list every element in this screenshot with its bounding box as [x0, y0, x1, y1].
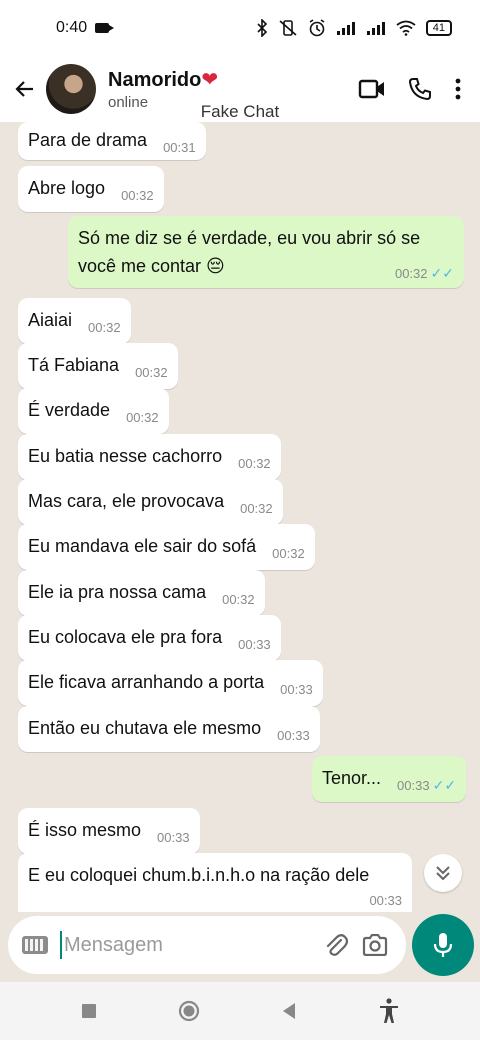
more-vert-icon[interactable] — [454, 77, 462, 101]
message-bubble[interactable]: É verdade 00:32 — [18, 388, 169, 434]
message-text: Eu colocava ele pra fora — [28, 627, 223, 647]
accessibility-icon[interactable] — [378, 998, 400, 1024]
message-time: 00:32 — [394, 266, 428, 281]
bluetooth-icon — [257, 19, 267, 37]
message-text: Aiaiai — [28, 310, 73, 330]
message-text: Mas cara, ele provocava — [28, 491, 225, 511]
system-nav-bar — [0, 982, 480, 1040]
message-text: É verdade — [28, 400, 111, 420]
message-text: Eu mandava ele sair do sofá — [28, 536, 257, 556]
message-time: 00:33 — [280, 682, 313, 697]
vibrate-off-icon — [279, 20, 297, 36]
message-bubble-outgoing[interactable]: Tenor... 00:33 ✓✓ — [312, 756, 467, 802]
message-bubble[interactable]: Para de drama 00:31 — [18, 122, 206, 160]
signal-icon-2 — [366, 22, 385, 35]
message-bubble[interactable]: Aiaiai 00:32 — [18, 298, 131, 344]
alarm-icon — [309, 19, 325, 37]
camera-icon[interactable] — [362, 934, 388, 956]
status-time: 0:40 — [56, 19, 88, 36]
message-bubble[interactable]: Abre logo 00:32 — [18, 166, 164, 212]
chevron-down-double-icon — [436, 866, 450, 881]
message-bubble[interactable]: Eu colocava ele pra fora 00:33 — [18, 615, 281, 661]
mic-button[interactable] — [412, 914, 474, 976]
composer: Mensagem — [0, 914, 480, 980]
message-time: 00:32 — [272, 546, 305, 561]
message-bubble[interactable]: Mas cara, ele provocava 00:32 — [18, 479, 283, 525]
message-time: 00:33 — [277, 728, 310, 743]
message-time: 00:32 — [240, 501, 273, 516]
read-ticks-icon: ✓✓ — [432, 777, 457, 793]
message-input[interactable]: Mensagem — [64, 934, 163, 957]
text-caret — [60, 931, 62, 959]
message-bubble[interactable]: É isso mesmo 00:33 — [18, 808, 200, 854]
message-text: Tá Fabiana — [28, 355, 120, 375]
message-text: Só me diz se é verdade, eu vou abrir só … — [78, 228, 421, 248]
message-bubble[interactable]: Eu batia nesse cachorro 00:32 — [18, 434, 281, 480]
message-text-line2: você me contar 😔 — [78, 256, 225, 276]
contact-name: Namorido❤ — [108, 67, 218, 92]
message-bubble[interactable]: Ele ia pra nossa cama 00:32 — [18, 570, 265, 616]
attach-icon[interactable] — [324, 932, 348, 958]
chat-area[interactable]: Para de drama 00:31 Abre logo 00:32 Só me … — [0, 122, 480, 912]
message-bubble[interactable]: E eu coloquei chum.b.i.n.h.o na ração de… — [18, 853, 412, 912]
header-actions — [358, 77, 462, 101]
status-bar: 0:40 41 — [0, 0, 480, 56]
message-text: Ele ficava arranhando a porta — [28, 672, 265, 692]
wifi-icon — [396, 20, 416, 36]
keyboard-icon[interactable] — [22, 936, 48, 954]
contact-name-text: Namorido — [108, 69, 202, 91]
message-text: E eu coloquei chum.b.i.n.h.o na ração de… — [28, 865, 370, 885]
message-time: 00:31 — [163, 140, 196, 155]
message-bubble[interactable]: Ele ficava arranhando a porta 00:33 — [18, 660, 323, 706]
message-text: Para de drama — [28, 130, 148, 150]
message-time: 00:32 — [135, 365, 168, 380]
message-time: 00:32 — [126, 410, 159, 425]
mic-icon — [433, 933, 453, 957]
message-text: Tenor... — [322, 768, 382, 788]
message-text: Eu batia nesse cachorro — [28, 446, 223, 466]
nav-back-icon[interactable] — [281, 1002, 297, 1020]
message-bubble[interactable]: Tá Fabiana 00:32 — [18, 343, 178, 389]
screen-record-icon — [95, 23, 115, 33]
message-time: 00:33 — [157, 830, 190, 845]
message-time: 00:33 — [238, 637, 271, 652]
message-text: É isso mesmo — [28, 820, 142, 840]
back-arrow-icon — [15, 81, 33, 97]
video-call-icon[interactable] — [358, 78, 386, 100]
message-time: 00:32 — [238, 456, 271, 471]
message-bubble-outgoing[interactable]: Só me diz se é verdade, eu vou abrir só … — [68, 216, 464, 288]
phone-icon[interactable] — [408, 77, 432, 101]
heart-emoji: ❤ — [201, 69, 219, 91]
status-icons: 41 — [256, 19, 452, 37]
message-time: 00:32 — [222, 592, 255, 607]
scroll-to-bottom-button[interactable] — [424, 854, 462, 892]
battery-icon: 41 — [425, 20, 452, 36]
fake-chat-watermark: Fake Chat — [200, 102, 280, 121]
message-bubble[interactable]: Eu mandava ele sair do sofá 00:32 — [18, 524, 315, 570]
message-time: 00:32 — [88, 320, 121, 335]
signal-icon — [336, 22, 355, 35]
nav-circle-icon[interactable] — [178, 1000, 200, 1022]
message-bubble[interactable]: Então eu chutava ele mesmo 00:33 — [18, 706, 320, 752]
message-text: Abre logo — [28, 178, 106, 198]
message-time: 00:33 — [369, 893, 402, 908]
message-time: 00:33 — [397, 778, 430, 793]
read-ticks-icon: ✓✓ — [430, 265, 454, 281]
message-text: Ele ia pra nossa cama — [28, 582, 207, 602]
message-input-container[interactable]: Mensagem — [8, 916, 406, 974]
nav-square-icon[interactable] — [81, 1003, 97, 1019]
message-time: 00:32 — [121, 188, 154, 203]
message-text: Então eu chutava ele mesmo — [28, 718, 262, 738]
